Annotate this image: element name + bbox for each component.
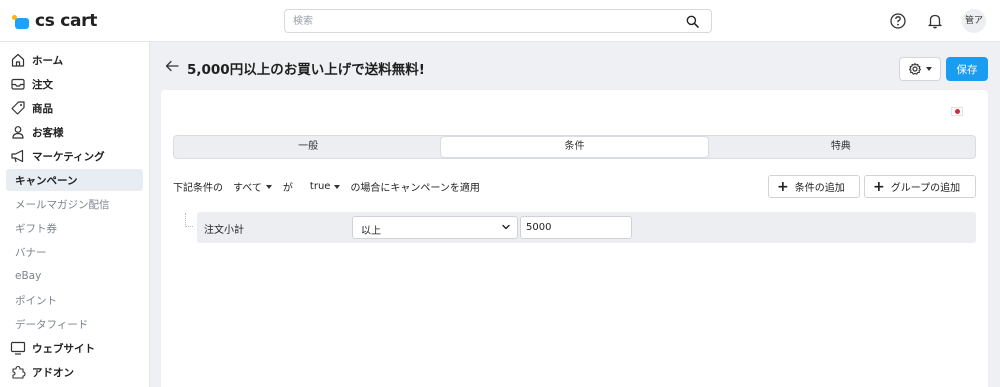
gear-icon bbox=[908, 62, 922, 75]
operator-value: 以上 bbox=[361, 226, 381, 237]
condition-row: 注文小計 以上 5000 bbox=[197, 212, 976, 243]
page-title: 5,000円以上のお買い上げで送料無料! bbox=[187, 62, 425, 78]
bool-value: true bbox=[309, 181, 331, 192]
condition-prefix: 下記条件の bbox=[173, 183, 223, 194]
bell-icon[interactable] bbox=[925, 11, 945, 31]
sidebar-item-label: eBay bbox=[15, 270, 42, 282]
add-condition-label: 条件の追加 bbox=[794, 183, 845, 194]
sidebar-item-label: バナー bbox=[15, 246, 47, 259]
sidebar-item-label: アドオン bbox=[32, 366, 74, 379]
content-panel: 一般 条件 特典 下記条件の すべて が true の場合にキャンペーンを適用 … bbox=[161, 90, 988, 387]
user-icon bbox=[12, 126, 24, 139]
add-group-label: グループの追加 bbox=[890, 183, 961, 194]
search-input[interactable] bbox=[293, 13, 673, 29]
logo-mark-icon bbox=[12, 13, 30, 29]
home-icon bbox=[11, 53, 25, 67]
sidebar-item-ebay[interactable]: eBay bbox=[6, 265, 143, 287]
add-group-button[interactable]: + グループの追加 bbox=[864, 175, 976, 198]
sidebar-item-points[interactable]: ポイント bbox=[6, 289, 143, 311]
japan-flag-icon[interactable] bbox=[951, 107, 963, 116]
match-value: すべて bbox=[233, 183, 262, 194]
add-condition-button[interactable]: + 条件の追加 bbox=[768, 175, 860, 198]
sidebar-item-label: ポイント bbox=[15, 294, 57, 307]
sidebar-item-home[interactable]: ホーム bbox=[6, 49, 143, 71]
megaphone-icon bbox=[11, 149, 24, 163]
sidebar-item-banners[interactable]: バナー bbox=[6, 241, 143, 263]
caret-down-icon bbox=[265, 184, 272, 189]
back-arrow-icon[interactable] bbox=[165, 60, 179, 72]
tab-bar: 一般 条件 特典 bbox=[173, 135, 976, 159]
sidebar: ホーム 注文 商品 お客様 マーケティング キャンペーン メールマガジン配信 ギ… bbox=[0, 42, 150, 387]
top-bar: cs cart 管ア bbox=[0, 0, 1000, 42]
tab-general[interactable]: 一般 bbox=[175, 137, 441, 157]
sidebar-item-orders[interactable]: 注文 bbox=[6, 73, 143, 95]
sidebar-item-newsletter[interactable]: メールマガジン配信 bbox=[6, 193, 143, 215]
sidebar-item-products[interactable]: 商品 bbox=[6, 97, 143, 119]
operator-select[interactable]: 以上 bbox=[352, 216, 518, 239]
plus-icon: + bbox=[777, 178, 789, 195]
sidebar-item-label: ホーム bbox=[32, 54, 64, 67]
sidebar-item-addons[interactable]: アドオン bbox=[6, 361, 143, 383]
help-icon[interactable] bbox=[888, 11, 908, 31]
sidebar-item-label: データフィード bbox=[15, 318, 89, 331]
monitor-icon bbox=[10, 341, 26, 355]
sidebar-item-campaigns[interactable]: キャンペーン bbox=[6, 169, 143, 191]
chevron-down-icon bbox=[502, 224, 510, 230]
plus-icon: + bbox=[873, 178, 885, 195]
inbox-icon bbox=[11, 78, 25, 90]
tab-bonuses[interactable]: 特典 bbox=[708, 137, 974, 157]
sidebar-item-label: ギフト券 bbox=[15, 222, 57, 235]
bool-dropdown[interactable]: true bbox=[310, 181, 341, 192]
logo[interactable]: cs cart bbox=[12, 10, 97, 32]
sidebar-item-label: キャンペーン bbox=[15, 174, 78, 187]
puzzle-icon bbox=[12, 365, 26, 379]
sidebar-item-customers[interactable]: お客様 bbox=[6, 121, 143, 143]
sidebar-item-label: 注文 bbox=[32, 78, 53, 91]
condition-value: 5000 bbox=[526, 222, 552, 233]
logo-text: cs cart bbox=[35, 11, 98, 31]
settings-dropdown-button[interactable] bbox=[899, 57, 941, 81]
sidebar-item-label: ウェブサイト bbox=[32, 342, 95, 355]
sidebar-item-label: メールマガジン配信 bbox=[15, 198, 110, 211]
tag-icon bbox=[11, 101, 25, 115]
search-icon[interactable] bbox=[686, 15, 699, 28]
tree-connector bbox=[185, 213, 193, 227]
sidebar-item-marketing[interactable]: マーケティング bbox=[6, 145, 143, 167]
sidebar-item-gift-certificates[interactable]: ギフト券 bbox=[6, 217, 143, 239]
condition-sentence: 下記条件の すべて が true の場合にキャンペーンを適用 bbox=[173, 179, 480, 194]
condition-particle: が bbox=[282, 183, 293, 194]
sidebar-item-label: お客様 bbox=[32, 126, 64, 139]
match-dropdown[interactable]: すべて bbox=[233, 179, 272, 194]
caret-down-icon bbox=[926, 67, 932, 71]
condition-name: 注文小計 bbox=[204, 225, 244, 236]
tab-conditions[interactable]: 条件 bbox=[441, 137, 708, 157]
sidebar-item-label: 商品 bbox=[32, 102, 53, 115]
search-box[interactable] bbox=[284, 9, 712, 33]
caret-down-icon bbox=[334, 184, 341, 189]
condition-suffix: の場合にキャンペーンを適用 bbox=[350, 183, 480, 194]
sidebar-item-data-feeds[interactable]: データフィード bbox=[6, 313, 143, 335]
save-button[interactable]: 保存 bbox=[946, 57, 988, 81]
sidebar-item-website[interactable]: ウェブサイト bbox=[6, 337, 143, 359]
sidebar-item-label: マーケティング bbox=[32, 150, 105, 163]
user-avatar[interactable]: 管ア bbox=[962, 9, 986, 33]
condition-value-input[interactable]: 5000 bbox=[520, 216, 632, 239]
page-header: 5,000円以上のお買い上げで送料無料! 保存 bbox=[150, 42, 1000, 90]
